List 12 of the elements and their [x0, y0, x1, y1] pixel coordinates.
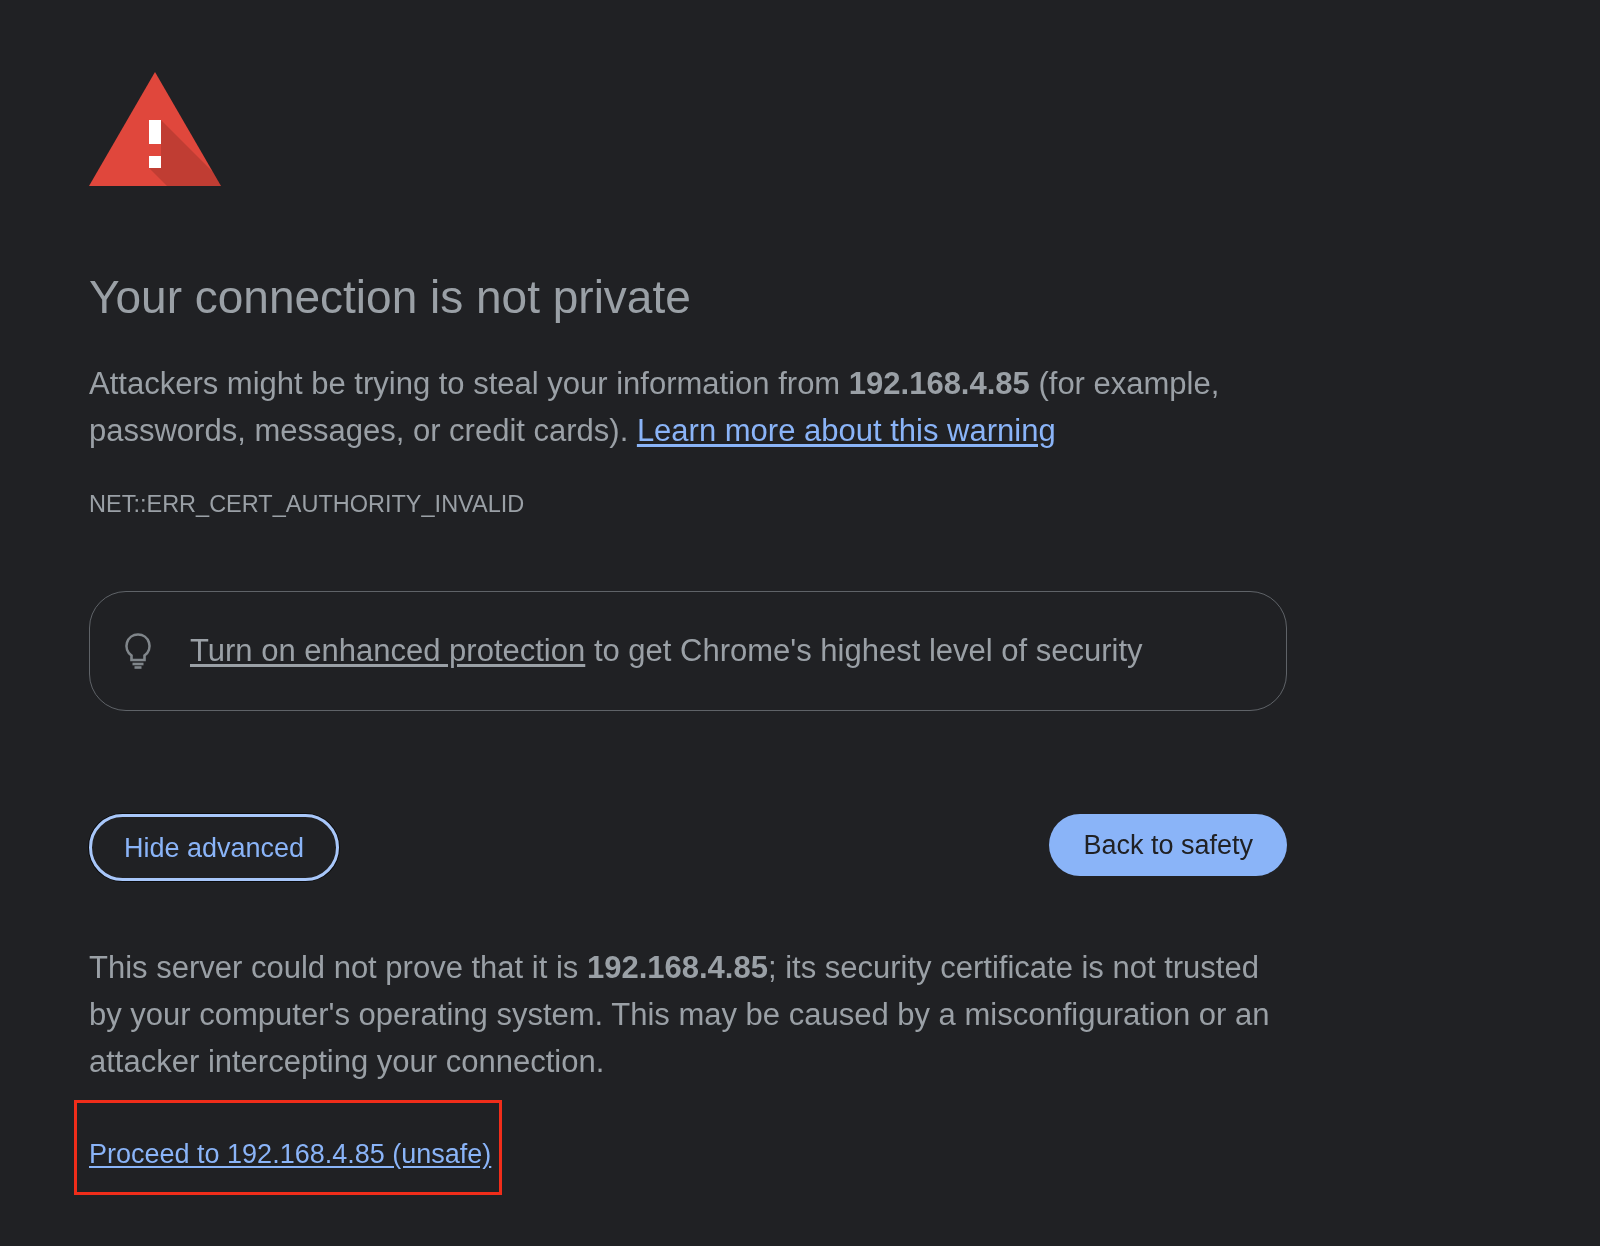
details-message: This server could not prove that it is 192.168.4.85; its security certificate is not trusted by your computer's operating system. This may be caused by a misconfiguration or an attacker intercepting your connection. — [89, 949, 1271, 1081]
warning-message: Attackers might be trying to steal your information from 192.168.4.85 (for example, passwords, messages, or credit cards). Learn more about this warning — [89, 365, 1221, 450]
enhanced-protection-link[interactable]: Turn on enhanced protection — [190, 633, 586, 668]
primary-button[interactable]: Back to safety — [1049, 814, 1287, 876]
protection-message: Turn on enhanced protection to get Chrome's highest level of security — [190, 632, 1143, 670]
warning-icon — [89, 72, 221, 186]
error-code: NET::ERR_CERT_AUTHORITY_INVALID — [89, 490, 525, 519]
proceed-link[interactable]: Proceed to 192.168.4.85 (unsafe) — [89, 1136, 492, 1172]
learn-more-link[interactable]: Learn more about this warning — [636, 413, 1056, 448]
page-title: Your connection is not private — [89, 270, 691, 325]
secondary-button[interactable]: Hide advanced — [89, 814, 340, 881]
lightbulb-icon — [124, 633, 152, 669]
